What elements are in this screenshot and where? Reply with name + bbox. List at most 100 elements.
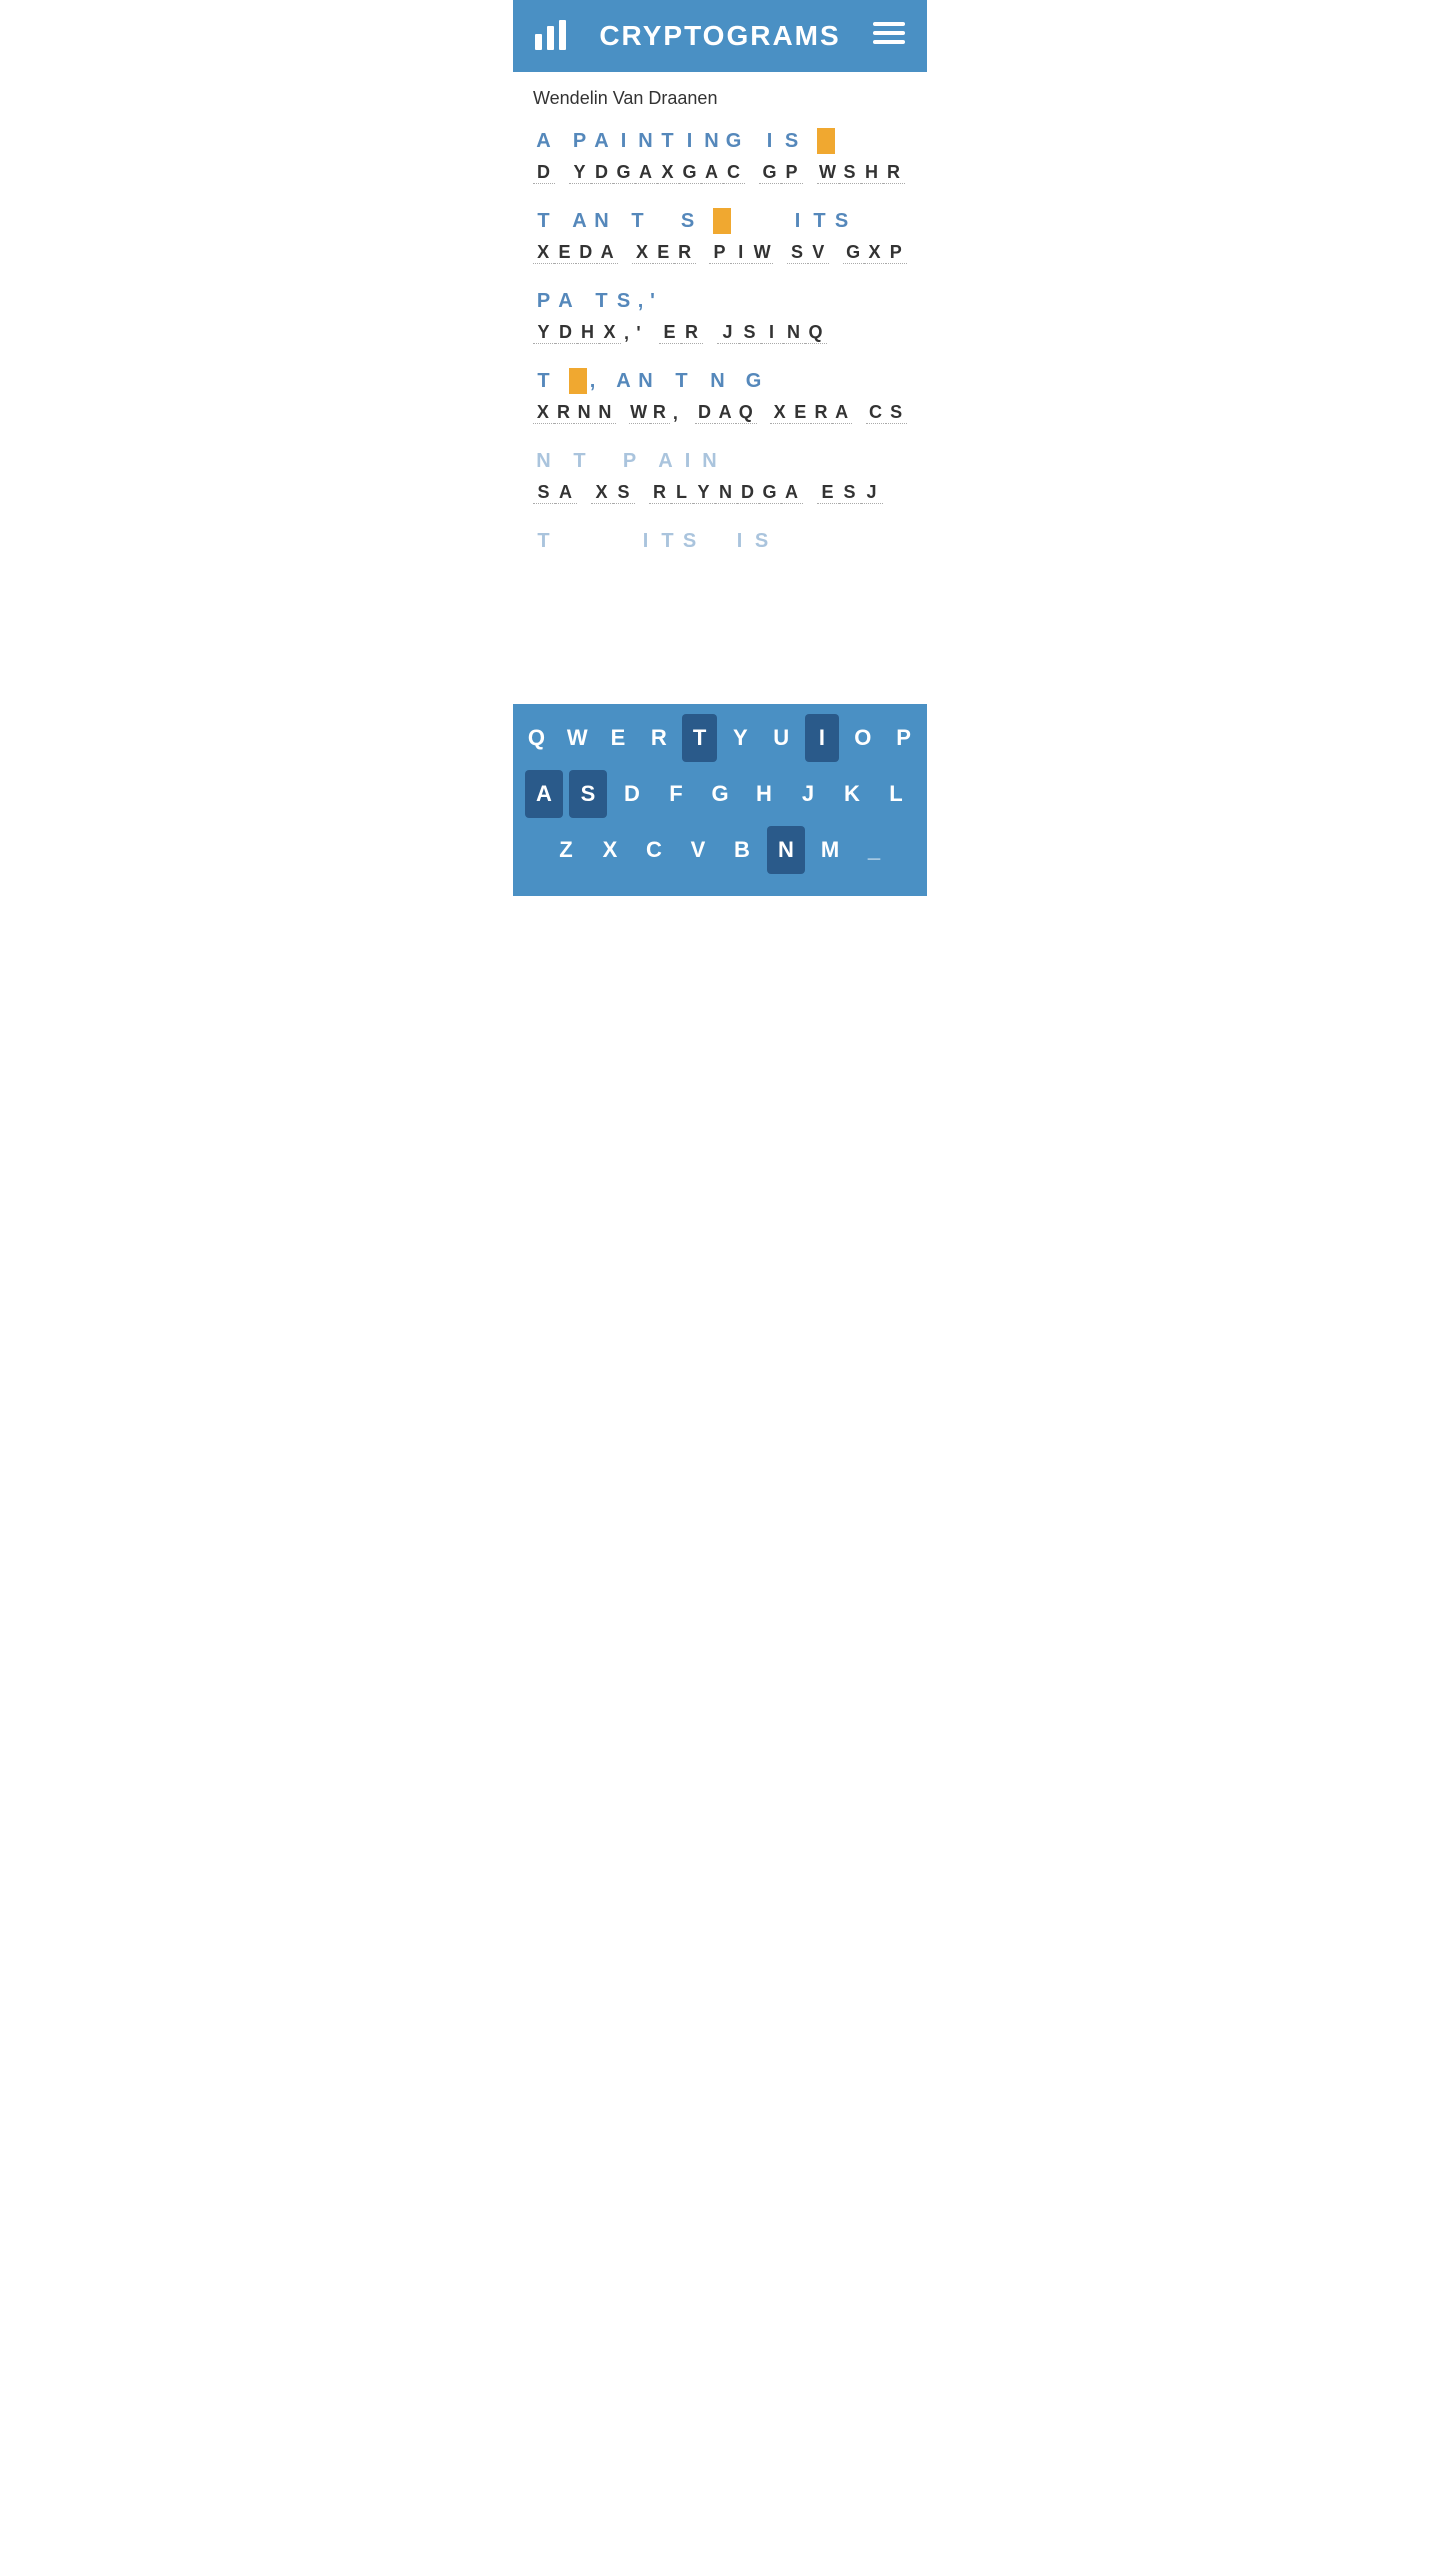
decoded-char: S: [679, 530, 701, 553]
encoded-char: ,: [621, 323, 633, 344]
decoded-char: I: [759, 130, 781, 153]
key-D[interactable]: D: [613, 770, 651, 818]
key-A[interactable]: A: [525, 770, 563, 818]
key-Z[interactable]: Z: [547, 826, 585, 874]
encoded-char: W: [817, 162, 839, 184]
encoded-char: P: [709, 242, 730, 264]
key-G[interactable]: G: [701, 770, 739, 818]
decoded-char: I: [677, 450, 699, 473]
encoded-char: R: [650, 402, 671, 424]
encoded-char: X: [599, 322, 621, 344]
decoded-char: ': [647, 290, 659, 313]
encoded-row-5: S A X S R L Y N D G A E S J: [533, 477, 907, 509]
key-V[interactable]: V: [679, 826, 717, 874]
decoded-char: A: [591, 130, 613, 153]
encoded-char: E: [554, 242, 575, 264]
encoded-char: R: [649, 482, 671, 504]
decoded-row-1: A P A I N T I N G I S: [533, 125, 907, 157]
encoded-char: S: [787, 242, 808, 264]
decoded-char: S: [751, 530, 773, 553]
key-U[interactable]: U: [764, 714, 799, 762]
encoded-char: D: [591, 162, 613, 184]
encoded-char: V: [808, 242, 829, 264]
key-W[interactable]: W: [560, 714, 595, 762]
puzzle-line-6: T I T S I S: [533, 525, 907, 557]
app-header: Cryptograms: [513, 0, 927, 72]
puzzle-line-4: T , A N T N G X R N N W R , D A Q: [533, 365, 907, 429]
key-L[interactable]: L: [877, 770, 915, 818]
encoded-char: D: [555, 322, 577, 344]
key-T[interactable]: T: [682, 714, 717, 762]
key-E[interactable]: E: [601, 714, 636, 762]
decoded-char: A: [569, 210, 591, 233]
decoded-char: G: [743, 370, 765, 393]
key-K[interactable]: K: [833, 770, 871, 818]
encoded-char: R: [811, 402, 832, 424]
encoded-char: R: [883, 162, 905, 184]
highlighted-char[interactable]: [817, 128, 835, 154]
encoded-char: D: [576, 242, 597, 264]
encoded-char: P: [781, 162, 803, 184]
key-P[interactable]: P: [886, 714, 921, 762]
key-X[interactable]: X: [591, 826, 629, 874]
decoded-char: P: [569, 130, 591, 153]
stats-icon[interactable]: [533, 16, 569, 57]
encoded-char: X: [533, 242, 554, 264]
encoded-char: S: [839, 162, 861, 184]
decoded-char: T: [627, 210, 649, 233]
decoded-char: T: [657, 530, 679, 553]
key-B[interactable]: B: [723, 826, 761, 874]
puzzle-line-3: P A T S , ' Y D H X , ' E R J S I N Q: [533, 285, 907, 349]
encoded-char: N: [574, 402, 595, 424]
encoded-char: N: [595, 402, 616, 424]
decoded-char: I: [729, 530, 751, 553]
encoded-char: C: [723, 162, 745, 184]
decoded-row-2: T A N T S I T S: [533, 205, 907, 237]
key-N[interactable]: N: [767, 826, 805, 874]
decoded-char: A: [613, 370, 635, 393]
encoded-char: S: [886, 402, 907, 424]
key-I[interactable]: I: [805, 714, 840, 762]
key-Q[interactable]: Q: [519, 714, 554, 762]
key-J[interactable]: J: [789, 770, 827, 818]
decoded-char: S: [677, 210, 699, 233]
keyboard-row-2: A S D F G H J K L: [519, 770, 921, 818]
encoded-char: P: [886, 242, 907, 264]
keyboard-row-3: Z X C V B N M _: [519, 826, 921, 874]
decoded-char: A: [533, 130, 555, 153]
decoded-char: G: [723, 130, 745, 153]
key-O[interactable]: O: [845, 714, 880, 762]
key-Y[interactable]: Y: [723, 714, 758, 762]
key-F[interactable]: F: [657, 770, 695, 818]
encoded-char: Y: [533, 322, 555, 344]
decoded-char: T: [671, 370, 693, 393]
key-R[interactable]: R: [641, 714, 676, 762]
highlighted-char[interactable]: [713, 208, 731, 234]
decoded-char: T: [533, 210, 555, 233]
highlighted-char[interactable]: [569, 368, 587, 394]
decoded-row-3: P A T S , ': [533, 285, 907, 317]
keyboard: Q W E R T Y U I O P A S D F G H J K L Z …: [513, 704, 927, 896]
encoded-char: X: [864, 242, 885, 264]
encoded-char: E: [790, 402, 811, 424]
encoded-char: Y: [569, 162, 591, 184]
encoded-char: C: [866, 402, 887, 424]
key-underscore[interactable]: _: [855, 826, 893, 874]
encoded-char: A: [832, 402, 853, 424]
encoded-char: D: [533, 162, 555, 184]
encoded-char: S: [739, 322, 761, 344]
decoded-char: I: [679, 130, 701, 153]
encoded-char: W: [752, 242, 773, 264]
decoded-char: S: [613, 290, 635, 313]
key-C[interactable]: C: [635, 826, 673, 874]
key-H[interactable]: H: [745, 770, 783, 818]
decoded-char: N: [533, 450, 555, 473]
encoded-char: J: [861, 482, 883, 504]
encoded-char: E: [817, 482, 839, 504]
encoded-char: G: [613, 162, 635, 184]
menu-icon[interactable]: [871, 15, 907, 58]
key-S[interactable]: S: [569, 770, 607, 818]
puzzle-line-2: T A N T S I T S X E D A X E R: [533, 205, 907, 269]
key-M[interactable]: M: [811, 826, 849, 874]
decoded-char: T: [809, 210, 831, 233]
